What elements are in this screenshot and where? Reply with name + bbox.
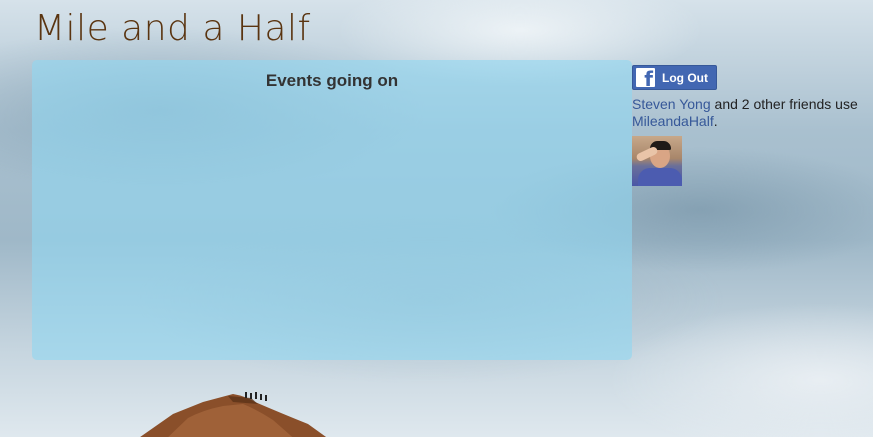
mountain-peak-image xyxy=(140,392,327,437)
facebook-logout-button[interactable]: f Log Out xyxy=(632,65,717,90)
friends-count-text: and 2 other friends use xyxy=(710,96,858,112)
friend-avatar[interactable] xyxy=(632,136,682,186)
facebook-logo-icon: f xyxy=(636,68,655,87)
logout-label: Log Out xyxy=(662,70,708,85)
events-heading: Events going on xyxy=(265,71,399,90)
period-text: . xyxy=(713,113,718,129)
friend-name-link[interactable]: Steven Yong xyxy=(632,96,711,112)
site-title: Mile and a Half xyxy=(34,8,311,49)
facebook-widget: f Log Out Steven Yong and 2 other friend… xyxy=(632,65,872,186)
avatar-shirt xyxy=(638,168,682,186)
events-panel: Events going on xyxy=(32,60,632,360)
facebook-logo-glyph: f xyxy=(644,68,653,87)
app-name-link[interactable]: MileandaHalf xyxy=(632,113,714,129)
friends-using-app-text: Steven Yong and 2 other friends use Mile… xyxy=(632,96,872,130)
